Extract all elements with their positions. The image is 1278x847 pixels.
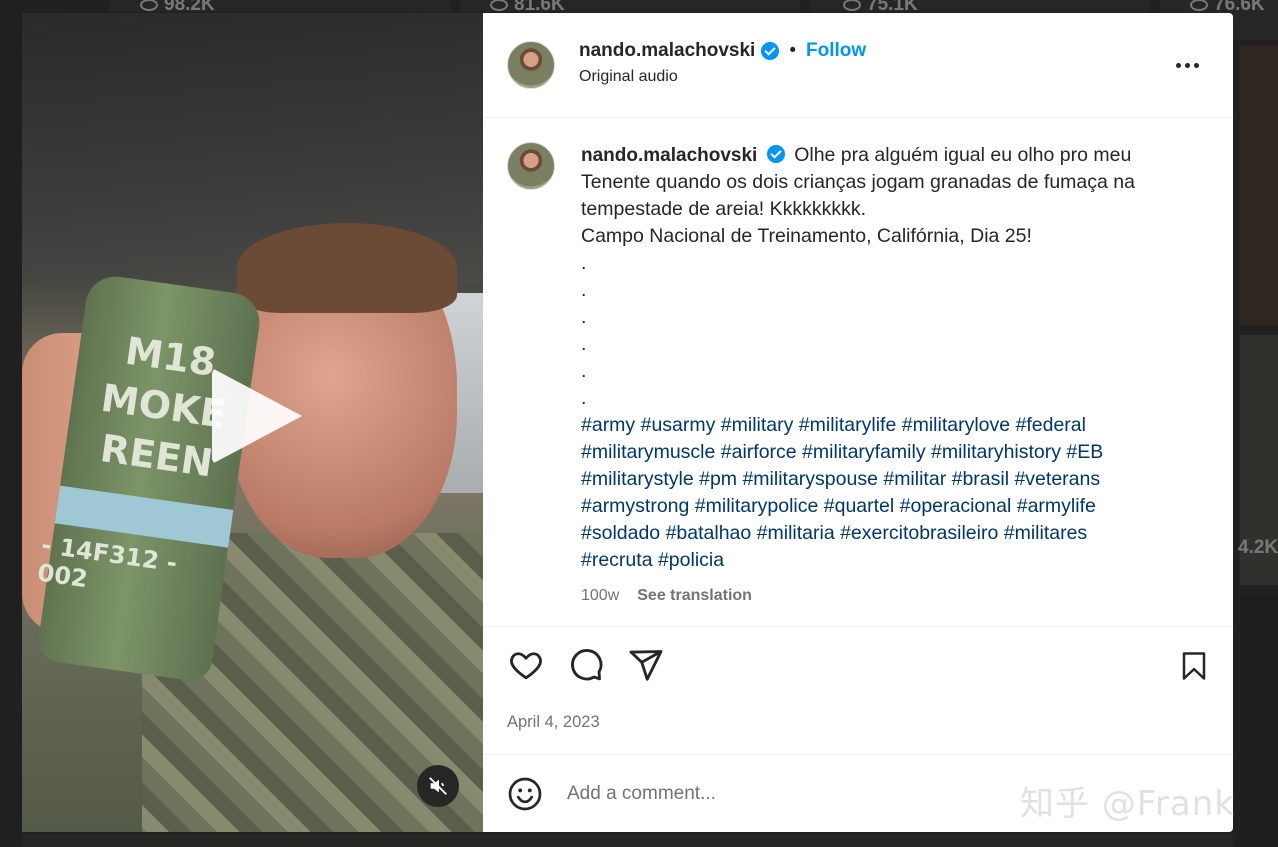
header-text: nando.malachovski • Follow Original audi…: [579, 40, 866, 86]
heart-icon[interactable]: [507, 647, 545, 683]
speaker-muted-icon: [429, 777, 447, 795]
post-header: nando.malachovski • Follow Original audi…: [483, 13, 1233, 118]
action-bar: April 4, 2023: [483, 626, 1233, 754]
caption-dots: . . . . . .: [581, 250, 1135, 412]
comment-icon[interactable]: [567, 647, 605, 683]
more-options-icon[interactable]: [1176, 63, 1199, 68]
caption-dot: .: [581, 252, 587, 274]
caption-username[interactable]: nando.malachovski: [581, 145, 757, 166]
separator-dot: •: [789, 40, 796, 61]
audio-link[interactable]: Original audio: [579, 68, 866, 86]
avatar[interactable]: [507, 41, 555, 89]
hashtag-line[interactable]: #recruta #policia: [581, 547, 1135, 574]
caption-first-line: nando.malachovski Olhe pra alguém igual …: [581, 142, 1135, 169]
hashtag-line[interactable]: #armystrong #militarypolice #quartel #op…: [581, 493, 1135, 520]
caption-section: nando.malachovski Olhe pra alguém igual …: [483, 118, 1233, 626]
hashtags[interactable]: #army #usarmy #military #militarylife #m…: [581, 412, 1135, 574]
caption-meta: 100w See translation: [581, 582, 1135, 609]
verified-icon: [761, 42, 780, 60]
soldier-hair: [237, 223, 457, 313]
action-icons: [507, 647, 1209, 683]
header-user-line: nando.malachovski • Follow: [579, 40, 866, 62]
emoji-icon[interactable]: [507, 776, 543, 812]
post-date[interactable]: April 4, 2023: [507, 713, 1209, 732]
post-modal: M18 MOKE REEN - 14F312 - 002 nando.malac…: [22, 13, 1233, 832]
verified-icon: [766, 145, 785, 163]
caption-dot: .: [581, 306, 587, 328]
caption-text: Olhe pra alguém igual eu olho pro meu: [794, 144, 1132, 166]
bookmark-icon[interactable]: [1179, 649, 1209, 683]
see-translation-button[interactable]: See translation: [637, 582, 752, 609]
hashtag-line[interactable]: #soldado #batalhao #militaria #exercitob…: [581, 520, 1135, 547]
caption-text: tempestade de areia! Kkkkkkkkk.: [581, 198, 867, 220]
video-player[interactable]: M18 MOKE REEN - 14F312 - 002: [22, 13, 483, 832]
caption-body: nando.malachovski Olhe pra alguém igual …: [581, 142, 1135, 626]
caption-dot: .: [581, 360, 587, 382]
hashtag-line[interactable]: #army #usarmy #military #militarylife #m…: [581, 412, 1135, 439]
post-panel: nando.malachovski • Follow Original audi…: [483, 13, 1233, 832]
caption-dot: .: [581, 279, 587, 301]
play-icon[interactable]: [212, 368, 302, 464]
mute-button[interactable]: [417, 765, 459, 807]
caption-dot: .: [581, 387, 587, 409]
share-icon[interactable]: [627, 647, 665, 683]
watermark: 知乎 @Frank: [1020, 784, 1235, 824]
follow-button[interactable]: Follow: [806, 40, 866, 62]
caption-text: Campo Nacional de Treinamento, Califórni…: [581, 225, 1032, 247]
caption-text: Tenente quando os dois crianças jogam gr…: [581, 171, 1135, 193]
hashtag-line[interactable]: #militarystyle #pm #militaryspouse #mili…: [581, 466, 1135, 493]
caption-dot: .: [581, 333, 587, 355]
caption-avatar[interactable]: [507, 142, 555, 190]
hashtag-line[interactable]: #militarymuscle #airforce #militaryfamil…: [581, 439, 1135, 466]
post-age[interactable]: 100w: [581, 582, 619, 609]
header-username[interactable]: nando.malachovski: [579, 40, 755, 62]
